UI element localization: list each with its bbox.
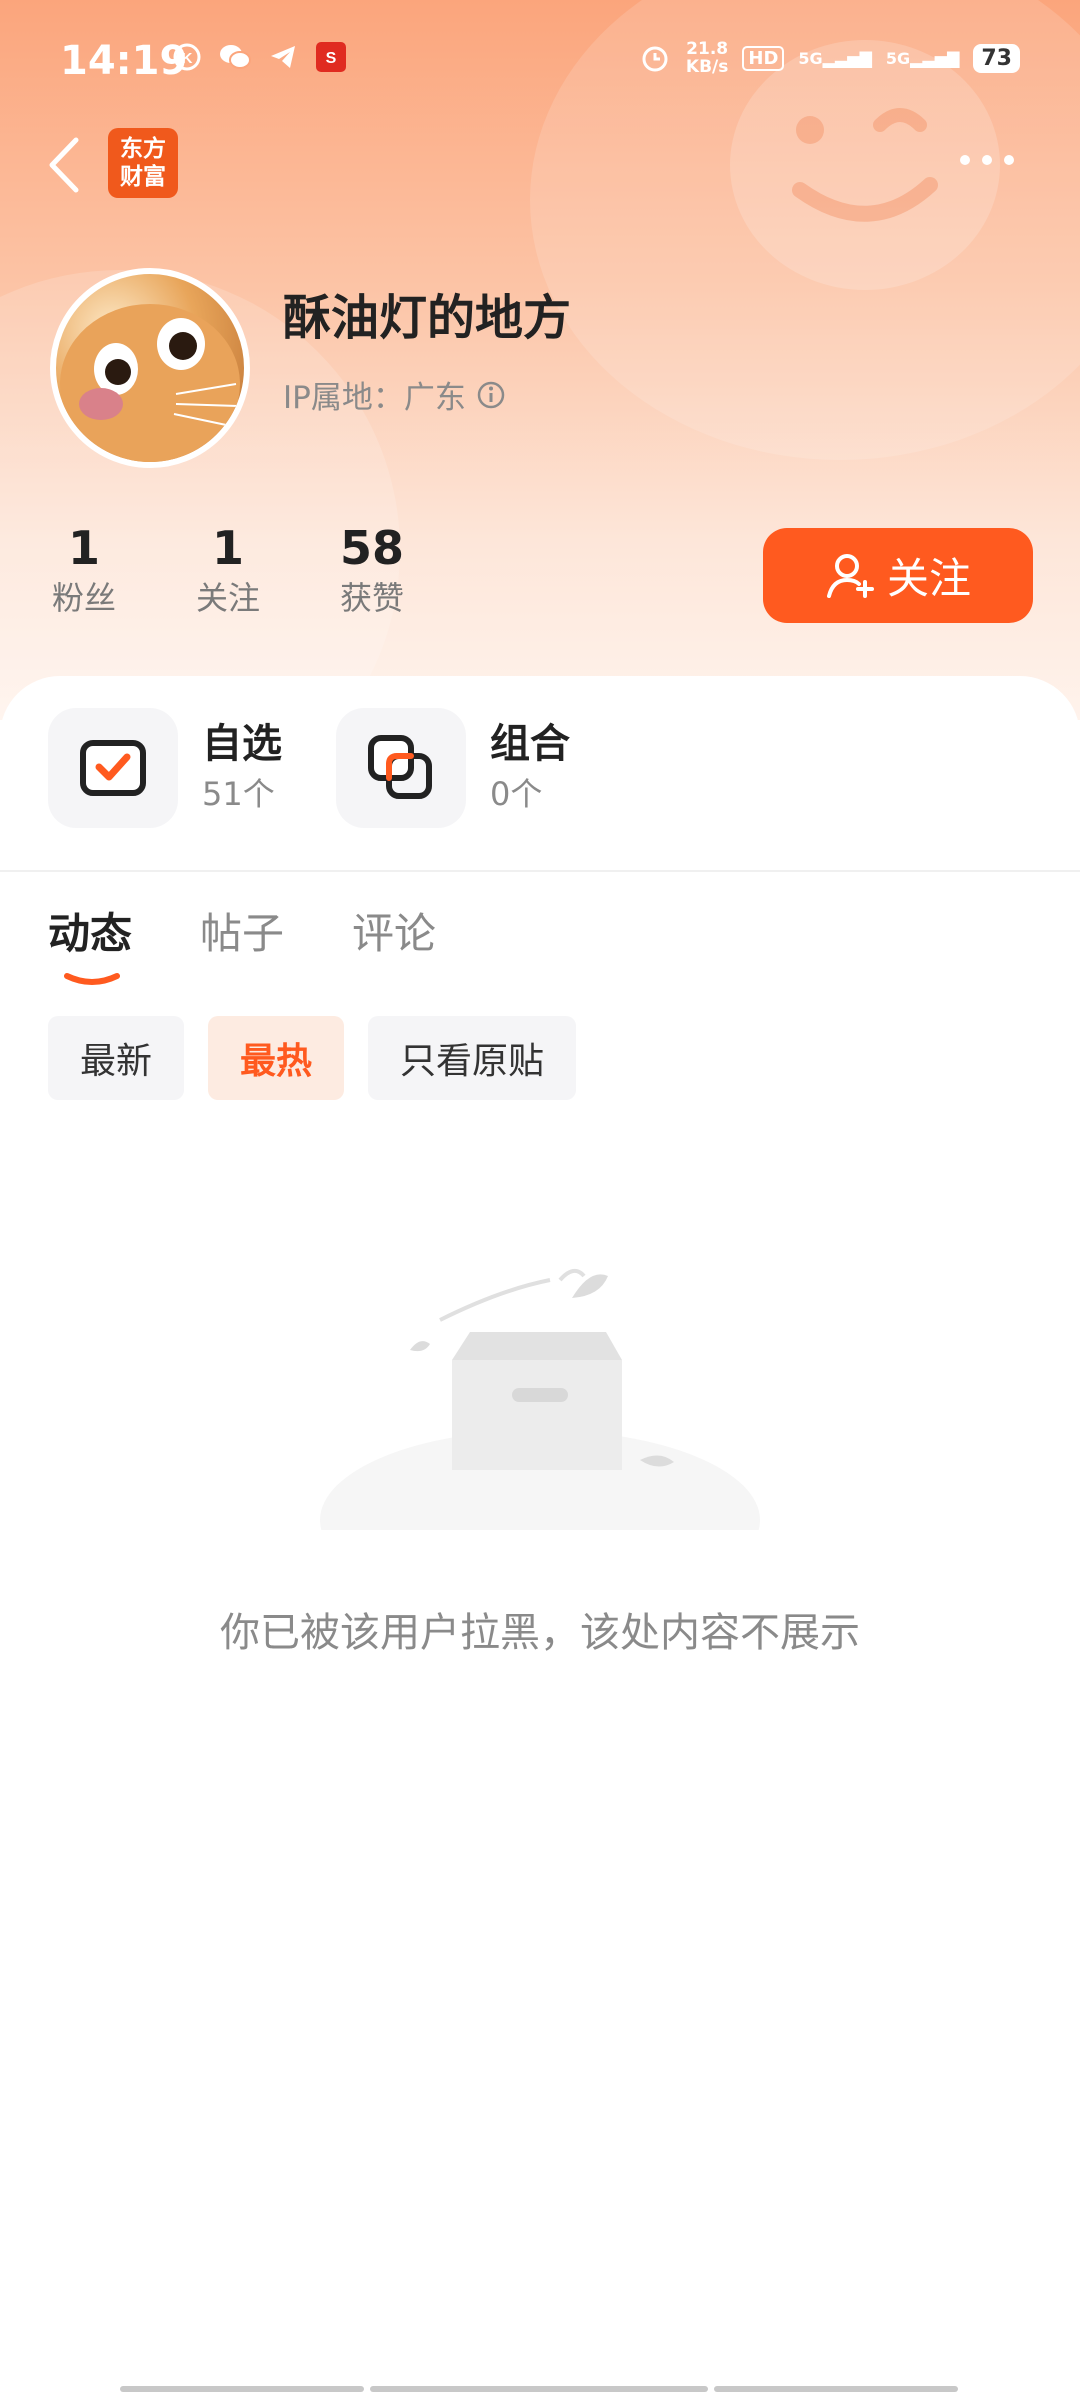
more-options-icon[interactable]: [960, 140, 1030, 180]
section-divider: [0, 870, 1080, 872]
filter-latest[interactable]: 最新: [48, 1016, 185, 1100]
alarm-icon: [638, 41, 672, 75]
hd-badge: HD: [742, 45, 785, 71]
tab-activity[interactable]: 动态: [48, 900, 132, 985]
wechat-icon: [218, 40, 252, 74]
watchlist-icon: [48, 708, 178, 828]
active-tab-indicator: [64, 973, 120, 985]
app-badge-icon: S: [314, 40, 348, 74]
filter-hottest[interactable]: 最热: [208, 1016, 345, 1100]
avatar[interactable]: [50, 268, 250, 468]
content-tabs: 动态 帖子 评论: [48, 900, 436, 985]
info-icon[interactable]: [476, 380, 506, 410]
telegram-icon: [266, 40, 300, 74]
follow-button[interactable]: 关注: [763, 528, 1033, 623]
system-status: 21.8 KB/s HD 5G▂▃▅▇ 5G▂▃▅▇ 73: [638, 40, 1020, 76]
portfolio-shortcut[interactable]: 组合 0个: [336, 708, 570, 828]
scroll-indicator: [120, 2386, 958, 2392]
portfolio-icon: [336, 708, 466, 828]
tab-comments[interactable]: 评论: [352, 900, 436, 961]
tab-posts[interactable]: 帖子: [200, 900, 284, 961]
status-time: 14:19: [60, 38, 188, 84]
stat-followers[interactable]: 1 粉丝: [48, 520, 120, 620]
stat-likes[interactable]: 58 获赞: [332, 520, 412, 620]
k-app-icon: K: [170, 40, 204, 74]
notification-icons: K S: [170, 40, 348, 74]
status-bar: 14:19 K S 21.8 KB/s HD 5G▂▃▅▇ 5G▂▃▅▇ 73: [0, 0, 1080, 120]
sort-filters: 最新 最热 只看原贴: [48, 1016, 577, 1100]
app-logo[interactable]: 东方 财富: [108, 128, 178, 198]
network-speed: 21.8 KB/s: [685, 39, 729, 77]
add-user-icon: [826, 553, 874, 598]
battery-icon: 73: [973, 43, 1020, 73]
svg-text:S: S: [326, 50, 337, 67]
ip-location: IP属地：广东: [283, 372, 506, 417]
signal-sim1-icon: 5G▂▃▅▇: [798, 48, 872, 68]
filter-original-only[interactable]: 只看原贴: [368, 1016, 577, 1100]
svg-text:K: K: [182, 50, 193, 67]
username: 酥油灯的地方: [283, 290, 572, 346]
stat-following[interactable]: 1 关注: [192, 520, 264, 620]
back-button[interactable]: [42, 130, 88, 200]
profile-stats: 1 粉丝 1 关注 58 获赞: [48, 520, 412, 620]
watchlist-shortcut[interactable]: 自选 51个: [48, 708, 282, 828]
empty-state-message: 你已被该用户拉黑，该处内容不展示: [220, 1610, 860, 1656]
empty-box-illustration: [320, 1268, 760, 1530]
signal-sim2-icon: 5G▂▃▅▇: [885, 48, 960, 68]
